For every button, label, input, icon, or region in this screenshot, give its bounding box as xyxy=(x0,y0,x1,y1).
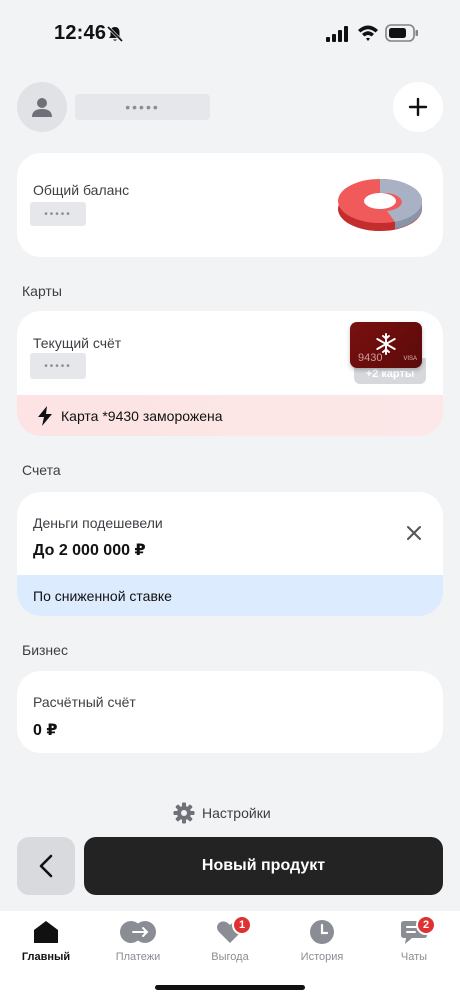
new-product-button[interactable]: Новый продукт xyxy=(84,837,443,895)
promo-amount: До 2 000 000 ₽ xyxy=(33,542,146,559)
tab-label: Выгода xyxy=(211,951,249,963)
tab-payments[interactable]: Платежи xyxy=(92,919,184,963)
promo-title: Деньги подешевели xyxy=(33,515,163,531)
tab-label: Главный xyxy=(21,951,71,963)
wifi-icon xyxy=(357,24,379,47)
signal-icon xyxy=(326,26,350,47)
tab-label: Чаты xyxy=(400,951,428,963)
tab-home[interactable]: Главный xyxy=(0,919,92,963)
lightning-icon xyxy=(38,405,52,426)
section-title-cards: Карты xyxy=(22,283,62,299)
clock-icon xyxy=(310,920,334,944)
gear-icon xyxy=(173,802,195,824)
current-account-card[interactable]: Текущий счёт ••••• +2 карты 9430 VISA Ка… xyxy=(17,311,443,436)
business-account-card[interactable]: Расчётный счёт 0 ₽ xyxy=(17,671,443,753)
settings-link[interactable]: Настройки xyxy=(173,802,271,824)
card-frozen-notice[interactable]: Карта *9430 заморожена xyxy=(17,395,443,436)
chevron-left-icon xyxy=(39,854,53,878)
home-icon xyxy=(34,921,58,943)
business-account-label: Расчётный счёт xyxy=(33,694,136,710)
tab-history[interactable]: История xyxy=(276,919,368,963)
add-button[interactable] xyxy=(393,82,443,132)
card-network-logo: VISA xyxy=(403,356,417,362)
plus-icon xyxy=(408,97,428,117)
total-balance-card[interactable]: Общий баланс ••••• xyxy=(17,153,443,257)
tab-label: История xyxy=(300,951,344,963)
chats-badge: 2 xyxy=(416,915,436,935)
benefits-badge: 1 xyxy=(232,915,252,935)
user-icon xyxy=(32,98,52,117)
card-frozen-text: Карта *9430 заморожена xyxy=(61,407,223,424)
promo-card[interactable]: Деньги подешевели До 2 000 000 ₽ По сниж… xyxy=(17,492,443,616)
bell-off-icon xyxy=(106,25,124,43)
tab-chats[interactable]: 2 Чаты xyxy=(368,915,460,963)
settings-label: Настройки xyxy=(202,805,271,821)
close-icon xyxy=(407,526,421,540)
home-indicator xyxy=(155,985,305,990)
card-number: 9430 xyxy=(358,352,383,364)
current-account-hidden: ••••• xyxy=(30,353,86,379)
close-promo-button[interactable] xyxy=(405,524,423,542)
business-account-amount: 0 ₽ xyxy=(33,722,58,739)
profile-name-hidden: ••••• xyxy=(75,94,210,120)
section-title-business: Бизнес xyxy=(22,642,68,658)
total-balance-label: Общий баланс xyxy=(33,182,130,198)
tab-benefits[interactable]: 1 Выгода xyxy=(184,915,276,963)
current-account-label: Текущий счёт xyxy=(33,335,122,351)
promo-footer[interactable]: По сниженной ставке xyxy=(17,575,443,616)
avatar[interactable] xyxy=(17,82,67,132)
transfer-icon xyxy=(120,921,156,943)
back-button[interactable] xyxy=(17,837,75,895)
tab-label: Платежи xyxy=(115,951,161,963)
bank-card-thumbnail[interactable]: 9430 VISA xyxy=(350,322,422,368)
status-time: 12:46 xyxy=(54,22,107,44)
status-bar: 12:46 xyxy=(0,0,460,66)
section-title-accounts: Счета xyxy=(22,462,61,478)
total-balance-hidden: ••••• xyxy=(30,202,86,226)
balance-donut-chart xyxy=(338,179,423,231)
battery-icon xyxy=(385,24,419,47)
